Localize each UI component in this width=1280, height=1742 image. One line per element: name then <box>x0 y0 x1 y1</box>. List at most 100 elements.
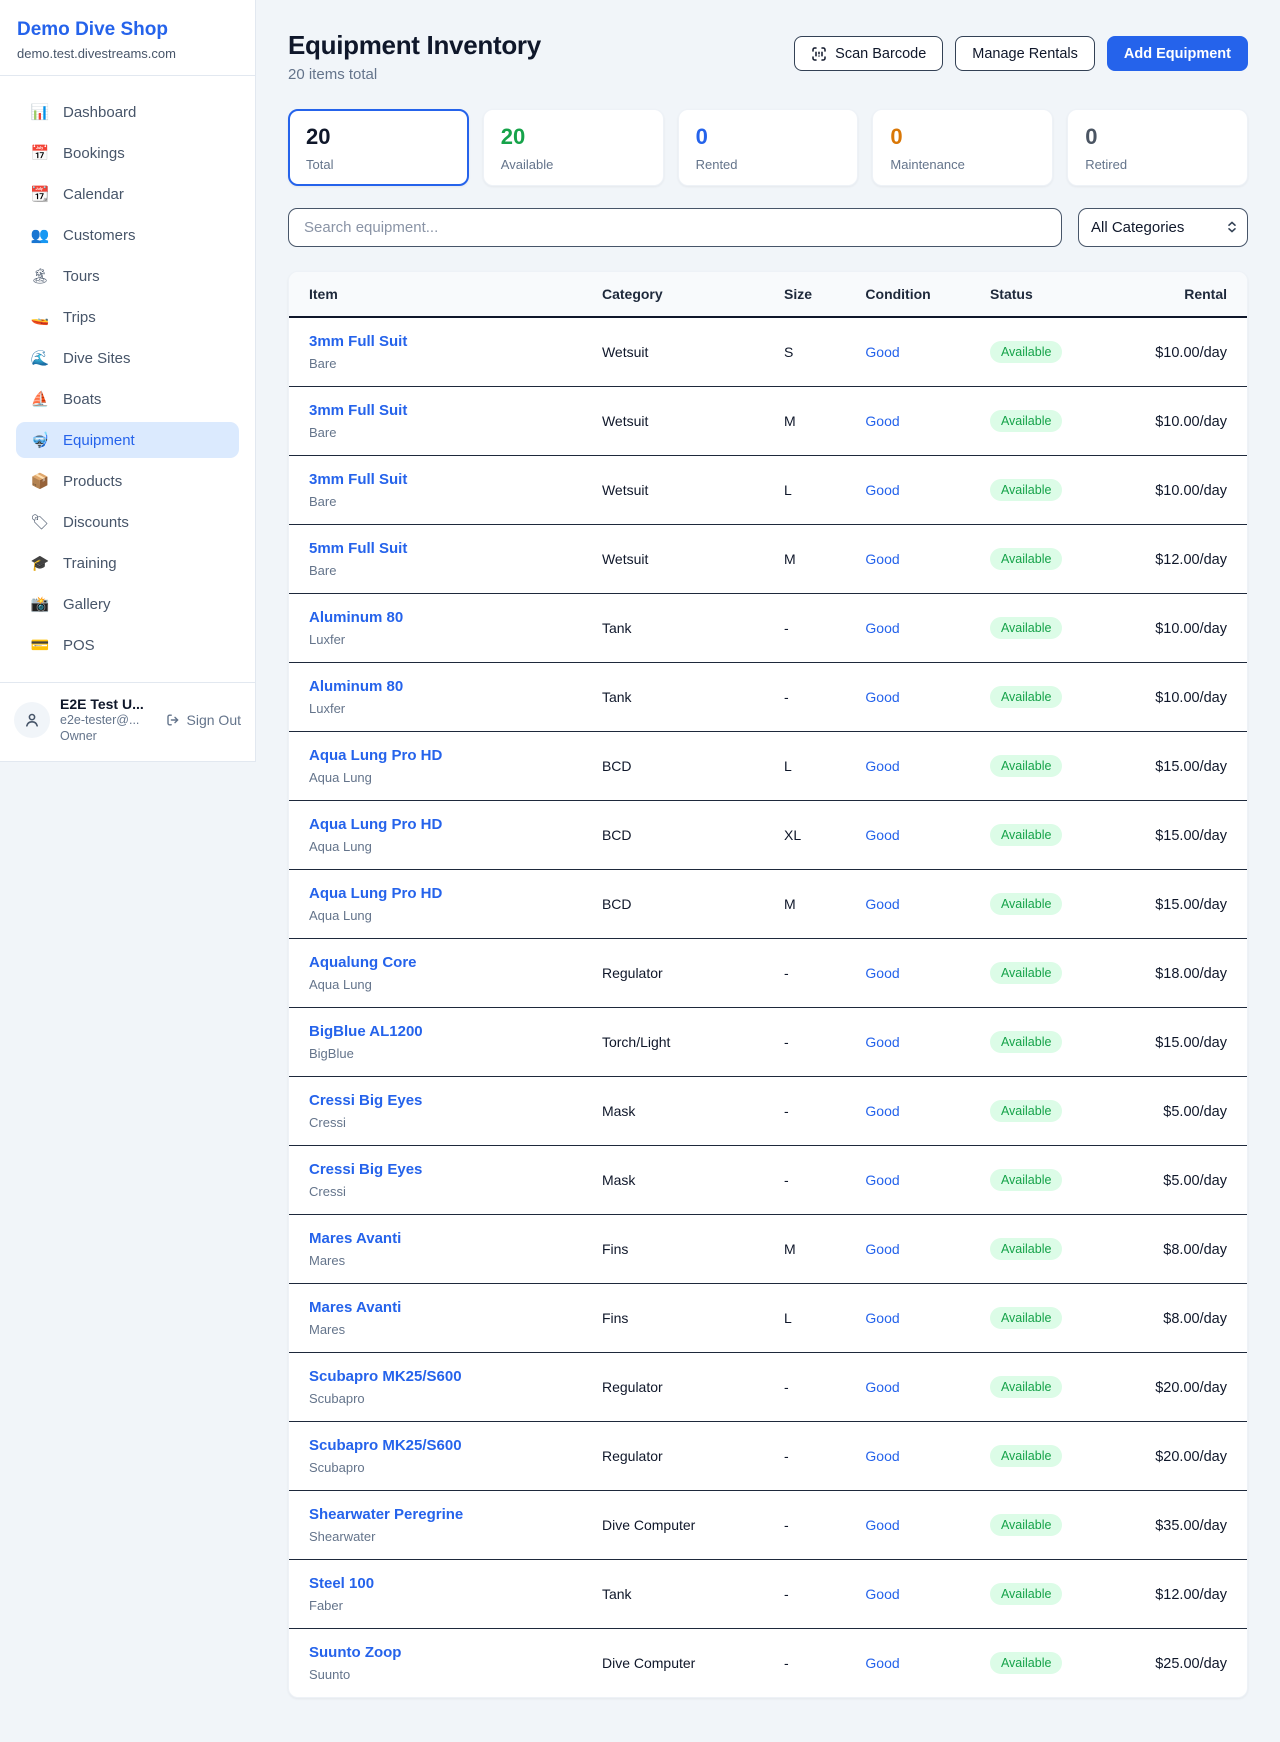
manage-rentals-button[interactable]: Manage Rentals <box>955 36 1095 71</box>
scan-barcode-label: Scan Barcode <box>835 46 926 62</box>
stat-card[interactable]: 0 Rented <box>678 109 859 186</box>
item-name-link[interactable]: Aqua Lung Pro HD <box>309 746 570 766</box>
sidebar-item-calendar[interactable]: 📆 Calendar <box>16 176 239 212</box>
sidebar-item-gallery[interactable]: 📸 Gallery <box>16 586 239 622</box>
sidebar-item-label: Tours <box>63 268 100 285</box>
item-cell: Aqua Lung Pro HD Aqua Lung <box>289 801 586 870</box>
status-badge: Available <box>990 1169 1063 1191</box>
stat-card[interactable]: 20 Available <box>483 109 664 186</box>
condition-cell: Good <box>849 801 974 870</box>
item-name-link[interactable]: Aluminum 80 <box>309 677 570 697</box>
sidebar-item-dashboard[interactable]: 📊 Dashboard <box>16 94 239 130</box>
item-name-link[interactable]: Cressi Big Eyes <box>309 1160 570 1180</box>
item-name-link[interactable]: Cressi Big Eyes <box>309 1091 570 1111</box>
condition-cell: Good <box>849 663 974 732</box>
sidebar-item-pos[interactable]: 💳 POS <box>16 627 239 663</box>
item-cell: Shearwater Peregrine Shearwater <box>289 1491 586 1560</box>
stat-label: Total <box>306 157 451 172</box>
sidebar-item-label: Gallery <box>63 596 111 613</box>
size-cell: M <box>768 387 849 456</box>
condition-cell: Good <box>849 594 974 663</box>
sign-out-button[interactable]: Sign Out <box>165 712 241 728</box>
sidebar-item-tours[interactable]: 🏝 Tours <box>16 258 239 294</box>
item-name-link[interactable]: Scubapro MK25/S600 <box>309 1367 570 1387</box>
condition-link[interactable]: Good <box>865 1379 899 1395</box>
item-brand: Luxfer <box>309 631 570 648</box>
item-name-link[interactable]: 3mm Full Suit <box>309 332 570 352</box>
condition-link[interactable]: Good <box>865 1448 899 1464</box>
item-name-link[interactable]: Aqualung Core <box>309 953 570 973</box>
category-cell: Regulator <box>586 939 768 1008</box>
category-cell: Regulator <box>586 1422 768 1491</box>
rental-rate: $5.00/day <box>1163 1173 1227 1189</box>
item-name-link[interactable]: 3mm Full Suit <box>309 401 570 421</box>
sidebar-item-customers[interactable]: 👥 Customers <box>16 217 239 253</box>
scan-barcode-button[interactable]: Scan Barcode <box>794 36 943 71</box>
status-cell: Available <box>974 525 1122 594</box>
category-cell: Tank <box>586 1560 768 1629</box>
condition-link[interactable]: Good <box>865 482 899 498</box>
sidebar-header: Demo Dive Shop demo.test.divestreams.com <box>0 0 255 76</box>
search-input[interactable] <box>288 208 1062 247</box>
category-select[interactable]: All Categories <box>1078 208 1248 247</box>
condition-link[interactable]: Good <box>865 413 899 429</box>
table-header: Item Category Size Condition Status Rent… <box>289 272 1247 317</box>
condition-link[interactable]: Good <box>865 689 899 705</box>
condition-link[interactable]: Good <box>865 758 899 774</box>
item-name-link[interactable]: Scubapro MK25/S600 <box>309 1436 570 1456</box>
rental-cell: $20.00/day <box>1122 1422 1247 1491</box>
sidebar-item-discounts[interactable]: 🏷 Discounts <box>16 504 239 540</box>
sidebar-item-dive-sites[interactable]: 🌊 Dive Sites <box>16 340 239 376</box>
item-name-link[interactable]: Aqua Lung Pro HD <box>309 884 570 904</box>
item-name-link[interactable]: Aluminum 80 <box>309 608 570 628</box>
stat-card[interactable]: 20 Total <box>288 109 469 186</box>
size-cell: - <box>768 663 849 732</box>
item-brand: Scubapro <box>309 1390 570 1407</box>
item-name-link[interactable]: Mares Avanti <box>309 1298 570 1318</box>
sidebar-item-bookings[interactable]: 📅 Bookings <box>16 135 239 171</box>
sidebar-item-boats[interactable]: ⛵ Boats <box>16 381 239 417</box>
condition-link[interactable]: Good <box>865 1517 899 1533</box>
table-row: Aqua Lung Pro HD Aqua Lung BCD M Good Av… <box>289 870 1247 939</box>
stat-card[interactable]: 0 Maintenance <box>872 109 1053 186</box>
item-name-link[interactable]: BigBlue AL1200 <box>309 1022 570 1042</box>
condition-cell: Good <box>849 1491 974 1560</box>
item-name-link[interactable]: Mares Avanti <box>309 1229 570 1249</box>
item-name-link[interactable]: Steel 100 <box>309 1574 570 1594</box>
item-name-link[interactable]: Shearwater Peregrine <box>309 1505 570 1525</box>
item-brand: Cressi <box>309 1114 570 1131</box>
item-name-link[interactable]: Aqua Lung Pro HD <box>309 815 570 835</box>
condition-link[interactable]: Good <box>865 1310 899 1326</box>
condition-link[interactable]: Good <box>865 551 899 567</box>
category-cell: BCD <box>586 801 768 870</box>
item-brand: Suunto <box>309 1666 570 1683</box>
item-name-link[interactable]: Suunto Zoop <box>309 1643 570 1663</box>
condition-link[interactable]: Good <box>865 827 899 843</box>
item-name-link[interactable]: 3mm Full Suit <box>309 470 570 490</box>
condition-link[interactable]: Good <box>865 965 899 981</box>
condition-link[interactable]: Good <box>865 1241 899 1257</box>
stat-card[interactable]: 0 Retired <box>1067 109 1248 186</box>
sidebar-item-trips[interactable]: 🚤 Trips <box>16 299 239 335</box>
sidebar-item-equipment[interactable]: 🤿 Equipment <box>16 422 239 458</box>
condition-link[interactable]: Good <box>865 620 899 636</box>
col-header-status: Status <box>974 272 1122 317</box>
condition-link[interactable]: Good <box>865 1655 899 1671</box>
condition-link[interactable]: Good <box>865 344 899 360</box>
add-equipment-button[interactable]: Add Equipment <box>1107 36 1248 71</box>
item-name-link[interactable]: 5mm Full Suit <box>309 539 570 559</box>
condition-link[interactable]: Good <box>865 1034 899 1050</box>
sidebar-item-training[interactable]: 🎓 Training <box>16 545 239 581</box>
size-cell: - <box>768 1008 849 1077</box>
size-cell: L <box>768 1284 849 1353</box>
condition-link[interactable]: Good <box>865 1103 899 1119</box>
condition-link[interactable]: Good <box>865 1586 899 1602</box>
condition-link[interactable]: Good <box>865 1172 899 1188</box>
item-cell: BigBlue AL1200 BigBlue <box>289 1008 586 1077</box>
condition-link[interactable]: Good <box>865 896 899 912</box>
rental-rate: $12.00/day <box>1155 552 1227 568</box>
sidebar-item-products[interactable]: 📦 Products <box>16 463 239 499</box>
size-cell: - <box>768 1422 849 1491</box>
table-row: Suunto Zoop Suunto Dive Computer - Good … <box>289 1629 1247 1698</box>
rental-rate: $12.00/day <box>1155 1587 1227 1603</box>
